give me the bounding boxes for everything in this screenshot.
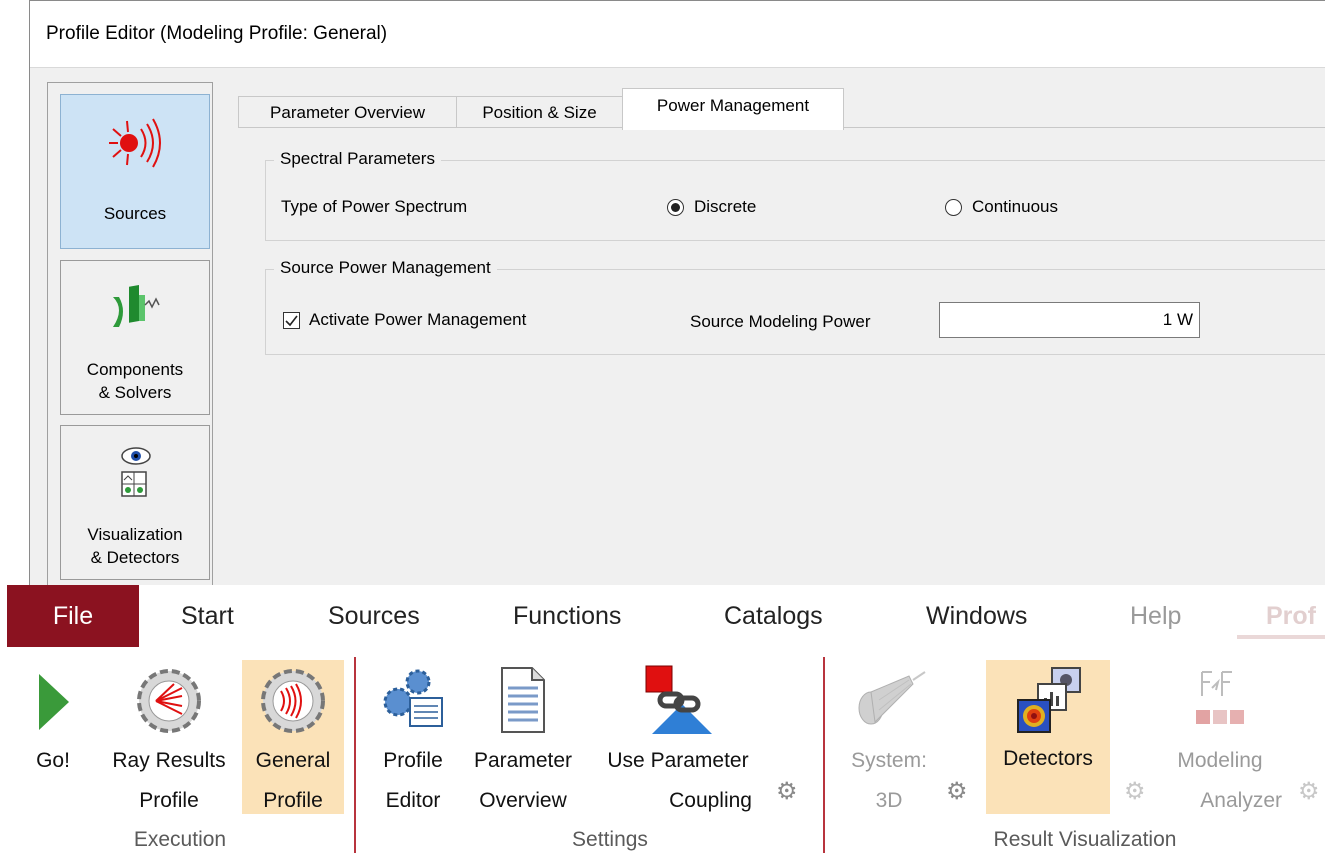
menu-profile-underline [1237,635,1325,639]
category-components-solvers[interactable]: Components & Solvers [60,260,210,415]
system-3d-button[interactable]: System: 3D [834,660,944,818]
button-label: Detectors [1003,747,1093,770]
category-label: Components [86,360,184,379]
parameter-coupling-icon [645,665,712,734]
group-label-result-visualization: Result Visualization [993,828,1177,851]
button-label: Use Parameter [607,749,749,772]
button-label: System: [851,749,927,772]
category-panel: Sources Components & Solvers Visualizati… [47,82,213,594]
modeling-analyzer-options-icon[interactable]: ⚙ [1298,777,1320,806]
activate-power-management-label[interactable]: Activate Power Management [309,310,526,330]
detectors-button[interactable]: Detectors [986,660,1110,814]
tab-parameter-overview[interactable]: Parameter Overview [238,96,457,128]
category-label: & Solvers [98,383,172,402]
button-label: 3D [875,789,903,812]
button-label: Profile [263,789,323,812]
group-title: Source Power Management [274,258,497,278]
menu-start[interactable]: Start [181,585,234,647]
category-sources[interactable]: Sources [60,94,210,249]
button-label: General [255,749,331,772]
profile-editor-button[interactable]: Profile Editor [368,660,458,818]
detectors-icon [1017,667,1081,733]
window-client-area: Sources Components & Solvers Visualizati… [30,67,1325,594]
menu-windows[interactable]: Windows [926,585,1027,647]
checkmark-icon [285,315,298,327]
power-management-page: Spectral Parameters Type of Power Spectr… [238,127,1325,588]
ray-results-profile-button[interactable]: Ray Results Profile [100,660,238,818]
source-power-management-group: Source Power Management Activate Power M… [265,258,1325,355]
ray-results-profile-icon [137,669,201,733]
button-label: Ray Results [112,749,226,772]
profile-editor-window: Profile Editor (Modeling Profile: Genera… [29,0,1325,594]
tab-power-management[interactable]: Power Management [622,88,844,130]
system-3d-options-icon[interactable]: ⚙ [946,777,968,806]
button-label: Parameter [473,749,573,772]
category-visualization-detectors[interactable]: Visualization & Detectors [60,425,210,580]
group-separator [823,657,825,853]
group-label-settings: Settings [572,828,648,851]
power-spectrum-type-label: Type of Power Spectrum [281,197,468,216]
button-label: Editor [385,789,441,812]
menu-sources[interactable]: Sources [328,585,420,647]
button-label: Go! [36,749,70,772]
button-label: Profile [383,749,443,772]
parameter-overview-icon [501,667,545,733]
use-parameter-coupling-button[interactable]: Use Parameter Coupling [588,660,768,818]
discrete-radio-label[interactable]: Discrete [694,197,756,217]
profile-editor-icon [383,669,443,727]
eye-detector-icon [121,447,151,497]
category-label: Sources [103,204,167,223]
modeling-analyzer-button[interactable]: Modeling Analyzer [1150,660,1290,818]
modeling-analyzer-icon [1196,671,1244,724]
settings-dialog-launcher-icon[interactable]: ⚙ [776,777,798,806]
button-label: Overview [479,789,567,812]
group-title: Spectral Parameters [274,149,441,169]
group-separator [354,657,356,853]
button-label: Coupling [669,789,752,812]
spectral-parameters-group: Spectral Parameters Type of Power Spectr… [265,149,1325,241]
source-modeling-power-label: Source Modeling Power [690,312,871,331]
source-modeling-power-field[interactable]: 1 W [939,302,1200,338]
ribbon: File Start Sources Functions Catalogs Wi… [0,585,1325,855]
menu-file[interactable]: File [7,585,139,647]
menu-catalogs[interactable]: Catalogs [724,585,823,647]
parameter-overview-button[interactable]: Parameter Overview [458,660,588,818]
components-icon [113,285,160,327]
menu-bar: File Start Sources Functions Catalogs Wi… [0,585,1325,647]
continuous-radio[interactable] [945,199,962,216]
detectors-options-icon[interactable]: ⚙ [1124,777,1146,806]
button-label: Analyzer [1200,789,1282,812]
general-profile-button[interactable]: General Profile [242,660,344,814]
category-label: Visualization [87,525,183,544]
general-profile-icon [261,669,325,733]
go-button[interactable]: Go! [20,660,86,818]
menu-functions[interactable]: Functions [513,585,621,647]
button-label: Modeling [1177,749,1263,772]
window-title: Profile Editor (Modeling Profile: Genera… [46,23,388,44]
discrete-radio[interactable] [667,199,684,216]
go-play-icon [39,674,69,730]
continuous-radio-label[interactable]: Continuous [972,197,1058,217]
group-label-execution: Execution [133,828,227,851]
category-label: & Detectors [90,548,180,567]
menu-help[interactable]: Help [1130,585,1181,647]
tab-position-size[interactable]: Position & Size [456,96,623,128]
activate-power-management-checkbox[interactable] [283,312,300,329]
button-label: Profile [139,789,199,812]
light-source-icon [109,118,161,168]
system-3d-icon [858,671,926,725]
